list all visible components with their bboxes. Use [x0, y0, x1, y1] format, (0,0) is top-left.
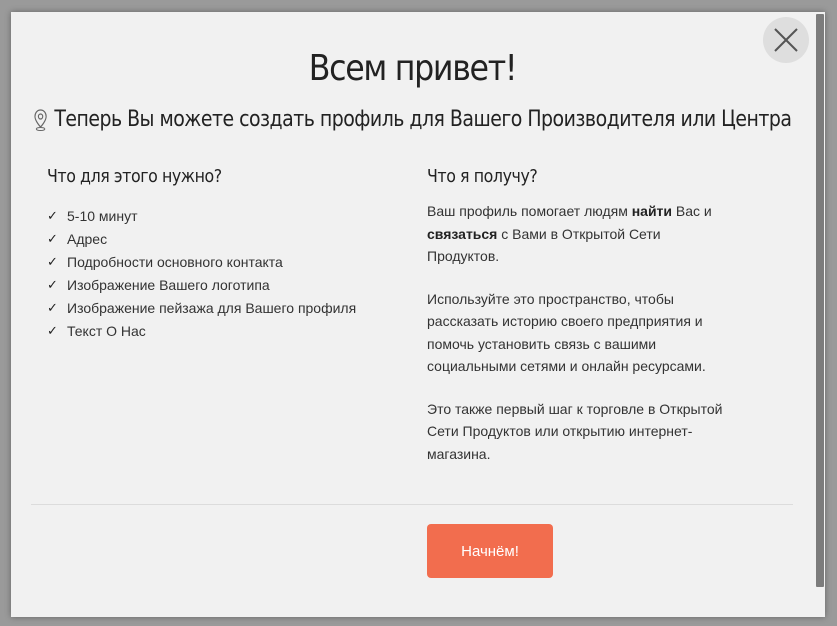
modal-title: Всем привет!	[308, 48, 518, 89]
subtitle-text: Теперь Вы можете создать профиль для Ваш…	[54, 107, 792, 132]
requirements-list: ✓ 5-10 минут ✓ Адрес ✓ Подробности основног…	[47, 204, 356, 342]
list-item: ✓ Адрес	[47, 230, 108, 247]
checkmark-icon: ✓	[47, 253, 58, 269]
benefits-paragraph-2: Используйте это пространство, чтобы расс…	[427, 290, 706, 375]
list-item: ✓ Изображение Вашего логотипа	[47, 276, 270, 293]
location-pin-icon	[34, 108, 48, 131]
list-item: ✓ Подробности основного контакта	[47, 253, 283, 270]
benefits-paragraph-1: Ваш профиль помогает людям найти Вас и с…	[427, 203, 712, 264]
list-item: ✓ Текст О Нас	[47, 322, 146, 339]
close-icon	[774, 28, 798, 52]
modal-subtitle: Теперь Вы можете создать профиль для Ваш…	[11, 107, 814, 132]
list-item: ✓ 5-10 минут	[47, 207, 138, 224]
list-item: ✓ Изображение пейзажа для Вашего профиля	[47, 299, 357, 316]
checkmark-icon: ✓	[47, 276, 58, 292]
checkmark-icon: ✓	[47, 322, 58, 338]
benefits-heading: Что я получу?	[427, 166, 538, 187]
checkmark-icon: ✓	[47, 299, 58, 315]
benefits-text: Ваш профиль помогает людям найти Вас и с…	[427, 200, 727, 485]
checkmark-icon: ✓	[47, 207, 58, 223]
footer-divider	[31, 504, 793, 505]
start-button[interactable]: Начнём!	[427, 524, 553, 578]
scrollbar-thumb[interactable]	[816, 14, 824, 587]
close-button[interactable]	[763, 17, 809, 63]
checkmark-icon: ✓	[47, 230, 58, 246]
benefits-paragraph-3: Это также первый шаг к торговле в Открыт…	[427, 400, 723, 462]
requirements-heading: Что для этого нужно?	[47, 166, 222, 187]
welcome-modal: Всем привет! Теперь Вы можете создать пр…	[11, 12, 825, 617]
